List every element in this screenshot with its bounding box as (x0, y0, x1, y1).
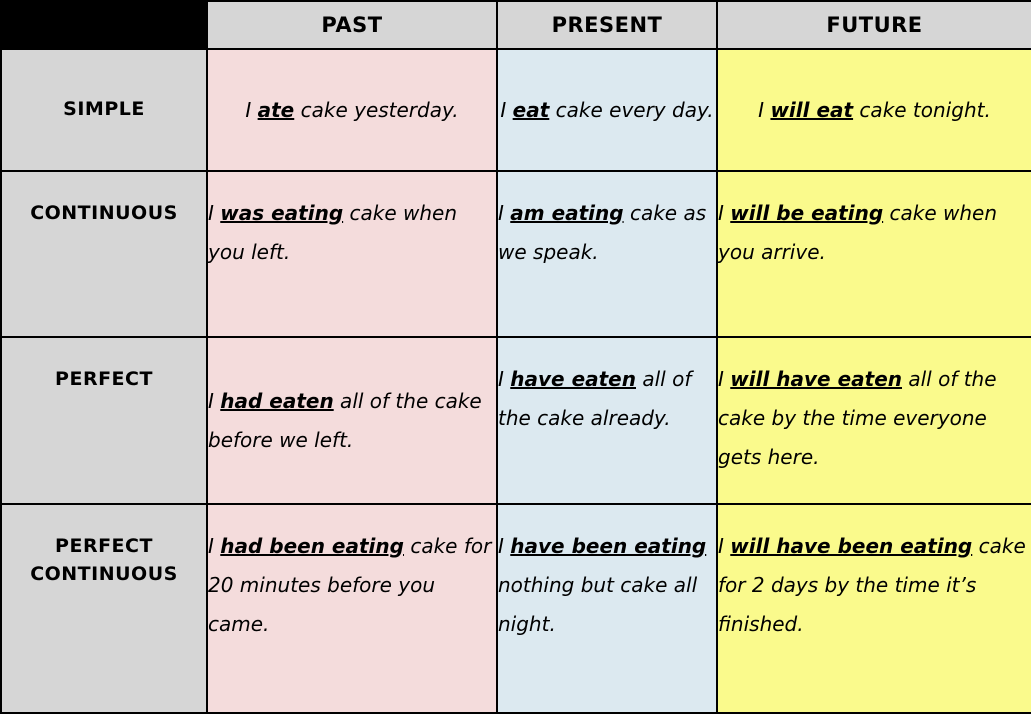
cell-continuous-past: I was eating cake when you left. (206, 170, 498, 338)
sentence-prefix: I (208, 201, 221, 225)
helping-verb: eat (512, 97, 550, 122)
table-row-simple: SIMPLE I ate cake yesterday. I eat cake … (0, 48, 1031, 172)
helping-verb: had eaten (220, 388, 334, 413)
sentence-prefix: I (208, 534, 221, 558)
column-header-future: FUTURE (716, 0, 1031, 50)
helping-verb: had been eating (220, 534, 404, 558)
row-header-simple: SIMPLE (0, 48, 208, 172)
corner-cell (0, 0, 208, 50)
sentence-prefix: I (718, 201, 731, 225)
table-header-row: PAST PRESENT FUTURE (0, 0, 1031, 50)
helping-verb: have eaten (510, 367, 636, 391)
cell-perfect-continuous-present: I have been eating nothing but cake all … (496, 503, 718, 714)
helping-verb: will be eating (730, 201, 884, 225)
sentence-prefix: I (500, 97, 513, 122)
helping-verb: am eating (510, 201, 624, 225)
sentence-suffix: cake tonight. (853, 97, 991, 122)
sentence-prefix: I (208, 388, 221, 413)
cell-perfect-past: I had eaten all of the cake before we le… (206, 336, 498, 505)
sentence-prefix: I (498, 367, 511, 391)
sentence-suffix: cake every day. (549, 97, 714, 122)
sentence-prefix: I (718, 534, 731, 558)
table-row-continuous: CONTINUOUS I was eating cake when you le… (0, 170, 1031, 338)
row-header-line2: CONTINUOUS (30, 562, 178, 585)
row-header-line1: PERFECT (55, 535, 153, 557)
sentence-prefix: I (245, 97, 258, 122)
sentence-suffix: nothing but cake all night. (498, 573, 698, 636)
sentence-prefix: I (758, 97, 771, 122)
cell-perfect-future: I will have eaten all of the cake by the… (716, 336, 1031, 505)
verb-tense-table: PAST PRESENT FUTURE SIMPLE I ate cake ye… (0, 0, 1031, 714)
sentence-prefix: I (498, 534, 511, 558)
cell-perfect-continuous-past: I had been eating cake for 20 minutes be… (206, 503, 498, 714)
table-row-perfect: PERFECT I had eaten all of the cake befo… (0, 336, 1031, 505)
sentence-prefix: I (498, 201, 511, 225)
helping-verb: will have eaten (730, 367, 902, 391)
cell-perfect-present: I have eaten all of the cake already. (496, 336, 718, 505)
table-row-perfect-continuous: PERFECT CONTINUOUS I had been eating cak… (0, 503, 1031, 714)
cell-continuous-future: I will be eating cake when you arrive. (716, 170, 1031, 338)
column-header-present: PRESENT (496, 0, 718, 50)
sentence-suffix: cake yesterday. (294, 97, 459, 122)
row-header-perfect: PERFECT (0, 336, 208, 505)
helping-verb: will have been eating (730, 534, 973, 558)
column-header-past: PAST (206, 0, 498, 50)
sentence-prefix: I (718, 367, 731, 391)
cell-simple-past: I ate cake yesterday. (206, 48, 498, 172)
helping-verb: ate (257, 97, 295, 122)
cell-perfect-continuous-future: I will have been eating cake for 2 days … (716, 503, 1031, 714)
helping-verb: was eating (220, 201, 344, 225)
row-header-continuous: CONTINUOUS (0, 170, 208, 338)
cell-continuous-present: I am eating cake as we speak. (496, 170, 718, 338)
helping-verb: will eat (770, 97, 854, 122)
cell-simple-future: I will eat cake tonight. (716, 48, 1031, 172)
cell-simple-present: I eat cake every day. (496, 48, 718, 172)
helping-verb: have been eating (510, 534, 707, 558)
row-header-perfect-continuous: PERFECT CONTINUOUS (0, 503, 208, 714)
